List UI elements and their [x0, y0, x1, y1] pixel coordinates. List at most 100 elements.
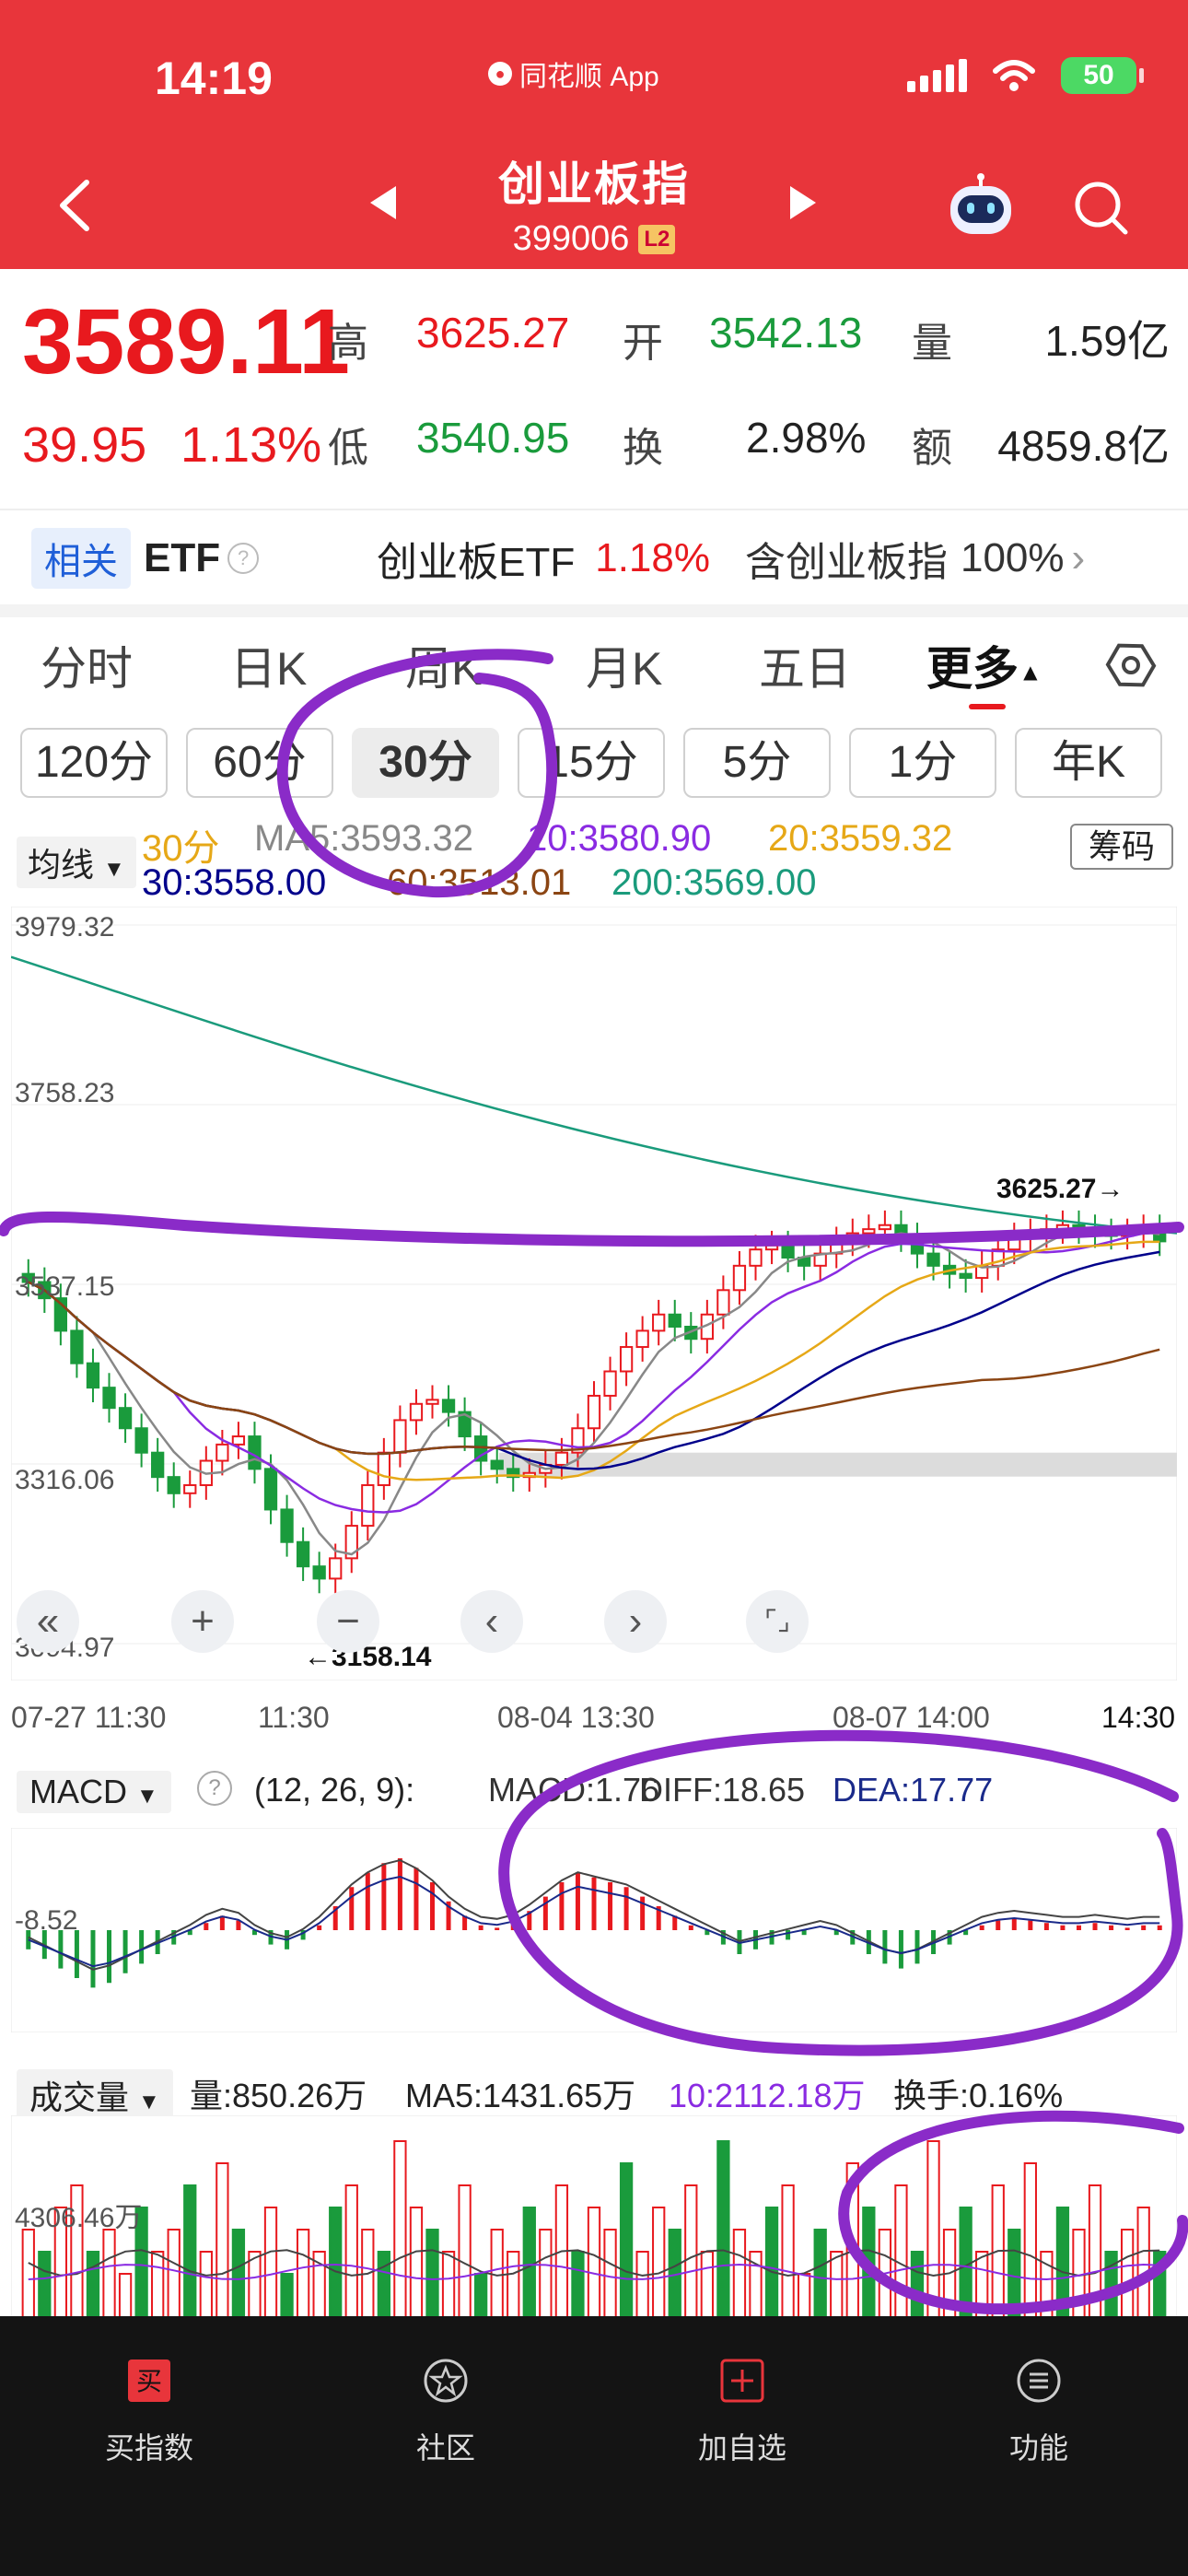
fullscreen-button[interactable]: ⌜⌟ [746, 1590, 809, 1653]
tab-intraday[interactable]: 分时 [41, 632, 133, 698]
support-band [499, 1452, 1177, 1477]
volume-bar [603, 2229, 617, 2319]
volume-bar [894, 2184, 908, 2319]
volume-bar [425, 2229, 439, 2319]
price-axis-label: 3316.06 [15, 1465, 115, 1495]
candle-body [716, 1289, 730, 1316]
volume-bar [1088, 2184, 1102, 2319]
volume-bar [86, 2251, 100, 2319]
volume-bar [507, 2251, 520, 2319]
zoom-out-button[interactable]: − [317, 1590, 379, 1653]
subtab-15m[interactable]: 15分 [518, 728, 665, 798]
caret-down-icon: ▼ [103, 857, 125, 882]
assistant-robot-icon[interactable] [945, 173, 1017, 238]
etf-weight: 100% [960, 535, 1065, 580]
related-tag: 相关 [31, 528, 131, 589]
ma-selector[interactable]: 均线 ▼ [17, 837, 136, 888]
turnover-label: 换 [623, 426, 663, 471]
volume-selector-label: 成交量 [29, 2078, 130, 2116]
section-separator [0, 604, 1188, 617]
next-stock-button[interactable] [790, 186, 816, 219]
subtab-120m[interactable]: 120分 [20, 728, 168, 798]
candle-body [183, 1483, 197, 1494]
candle-body [1023, 1232, 1037, 1238]
scroll-right-button[interactable]: › [604, 1590, 667, 1653]
volume-bar [635, 2251, 649, 2319]
status-time: 14:19 [155, 53, 273, 104]
volume-bar [393, 2140, 407, 2319]
candle-body [425, 1399, 439, 1405]
candle-body [167, 1476, 181, 1494]
volume-bar [619, 2162, 634, 2319]
period-tabs: 分时 日K 周K 月K 五日 更多▲ [0, 617, 1188, 713]
macd-axis-label: -8.52 [15, 1905, 78, 1936]
candle-body [764, 1244, 779, 1251]
volume-ma10: 10:2112.18万 [669, 2077, 866, 2114]
candle-body [635, 1329, 649, 1349]
dea-value: DEA:17.77 [833, 1771, 994, 1809]
chips-button[interactable]: 筹码 [1069, 824, 1173, 870]
volume-bar [1104, 2251, 1118, 2319]
volume-bar [167, 2229, 181, 2319]
rewind-button[interactable]: « [17, 1590, 79, 1653]
high-value: 3625.27 [416, 309, 570, 357]
caret-down-icon: ▼ [138, 2090, 160, 2114]
ma-selector-label: 均线 [28, 846, 95, 884]
candle-body [70, 1329, 84, 1364]
tab-weekly-k[interactable]: 周K [405, 632, 482, 698]
subtab-1m[interactable]: 1分 [849, 728, 996, 798]
subtab-60m[interactable]: 60分 [186, 728, 333, 798]
tab-daily-k[interactable]: 日K [230, 632, 307, 698]
scroll-left-button[interactable]: ‹ [460, 1590, 523, 1653]
related-etf-row[interactable]: 相关 ETF ? 创业板ETF 1.18% 含创业板指 100% › [0, 512, 1188, 604]
volume-bar [409, 2207, 424, 2319]
volume-bar [1153, 2251, 1167, 2319]
candle-body [231, 1435, 246, 1446]
help-icon[interactable]: ? [197, 1771, 232, 1806]
caret-up-icon: ▲ [1019, 658, 1042, 686]
candle-body [118, 1407, 133, 1430]
ma5-value: MA5:3593.32 [254, 818, 473, 859]
subtab-5m[interactable]: 5分 [683, 728, 831, 798]
zoom-in-button[interactable]: + [171, 1590, 234, 1653]
nav-label: 功能 [1008, 2431, 1068, 2465]
settings-hexagon-icon[interactable] [1105, 639, 1157, 691]
tab-more[interactable]: 更多▲ [926, 632, 1042, 698]
candlestick-chart[interactable] [11, 907, 1177, 1680]
subtab-year-k[interactable]: 年K [1015, 728, 1162, 798]
volume-bar [248, 2251, 262, 2319]
volume-selector[interactable]: 成交量 ▼ [17, 2069, 173, 2121]
status-app-label: 同花顺 App [519, 62, 659, 92]
low-annotation: ←3158.14 [304, 1642, 432, 1672]
subtab-30m[interactable]: 30分 [352, 728, 499, 798]
nav-community[interactable]: 社区 [354, 2357, 538, 2467]
candle-body [603, 1370, 617, 1397]
tab-more-label: 更多 [926, 643, 1019, 695]
candle-body [312, 1565, 326, 1580]
candle-body [134, 1427, 148, 1454]
volume-bar [813, 2229, 827, 2319]
nav-add-watchlist[interactable]: 加自选 [650, 2357, 834, 2467]
macd-legend: MACD ▼ ? (12, 26, 9): MACD:1.76 DIFF:18.… [0, 1758, 1188, 1832]
macd-selector[interactable]: MACD ▼ [17, 1771, 171, 1813]
volume-bar [21, 2229, 35, 2319]
nav-functions[interactable]: 功能 [947, 2357, 1131, 2467]
candle-body [409, 1402, 424, 1422]
ma60-value: 60:3513.01 [387, 862, 572, 903]
search-icon[interactable] [1068, 175, 1133, 240]
volume-bar [862, 2207, 876, 2319]
tab-monthly-k[interactable]: 月K [586, 632, 662, 698]
nav-label: 社区 [415, 2431, 475, 2465]
price-change-pct: 1.13% [181, 417, 322, 473]
volume-bar [522, 2207, 536, 2319]
tab-five-day[interactable]: 五日 [759, 632, 851, 698]
candle-body [1007, 1235, 1021, 1251]
candle-body [749, 1248, 763, 1267]
info-icon[interactable]: ? [227, 543, 260, 574]
active-tab-indicator [969, 704, 1006, 709]
add-plus-icon [720, 2359, 764, 2403]
volume-bar [587, 2207, 601, 2319]
candle-body [329, 1557, 343, 1580]
candle-body [878, 1224, 892, 1231]
nav-buy-index[interactable]: 买 买指数 [57, 2357, 241, 2467]
